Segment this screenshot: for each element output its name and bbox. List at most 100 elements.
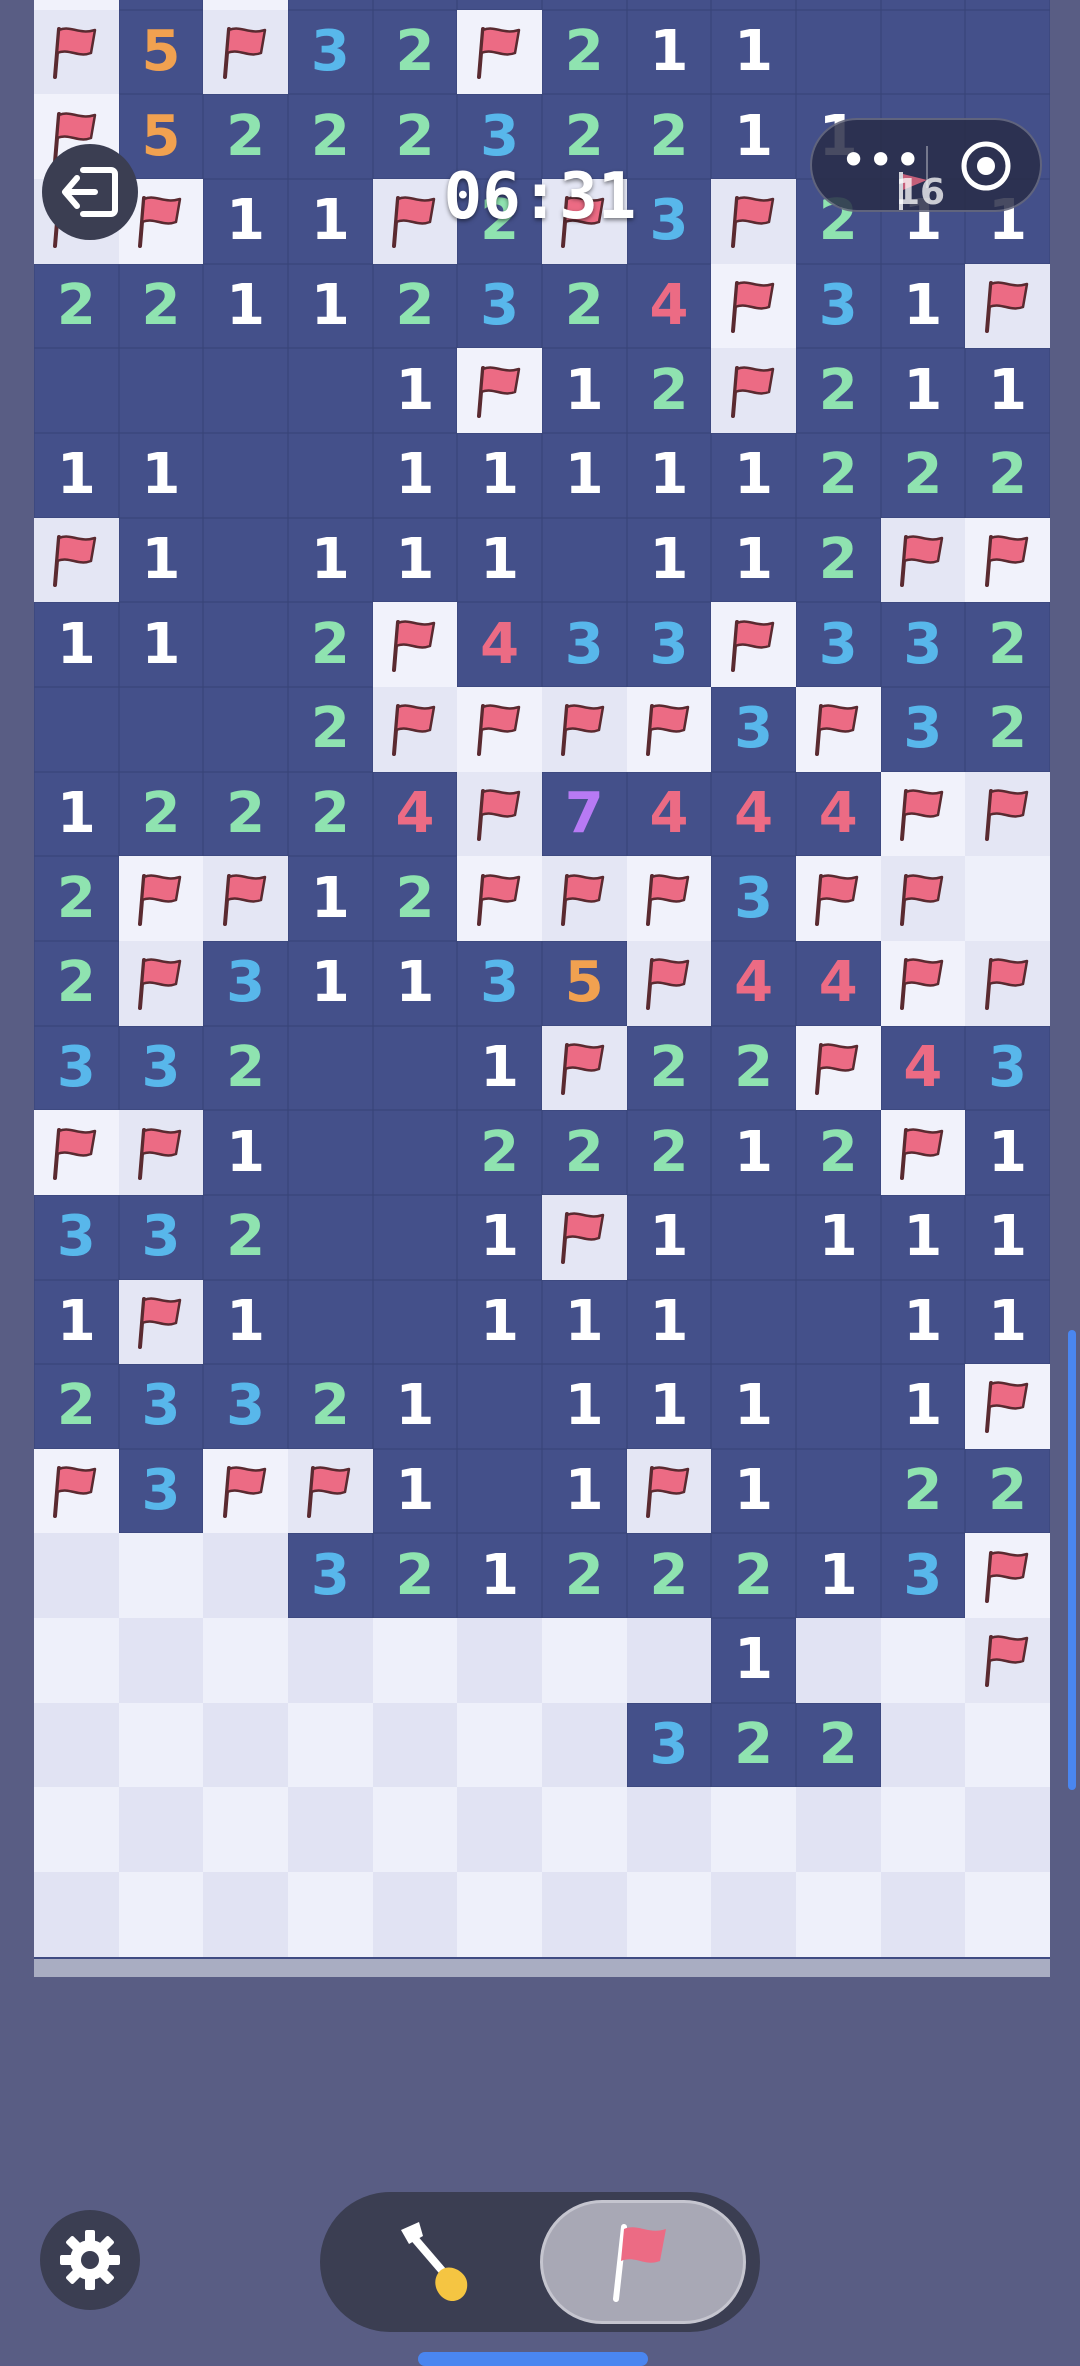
flagged-cell[interactable]: [203, 856, 288, 941]
flagged-cell[interactable]: [880, 1110, 966, 1195]
hidden-cell[interactable]: [372, 1872, 458, 1957]
hidden-cell[interactable]: [541, 1872, 627, 1957]
empty-cell[interactable]: [287, 1025, 373, 1111]
flagged-cell[interactable]: [965, 1533, 1050, 1619]
number-cell[interactable]: 1: [965, 1194, 1050, 1280]
number-cell[interactable]: 1: [711, 1364, 796, 1449]
number-cell[interactable]: 1: [880, 1364, 966, 1449]
flagged-cell[interactable]: [880, 856, 966, 941]
number-cell[interactable]: 2: [34, 1364, 119, 1449]
hidden-cell[interactable]: [34, 1787, 119, 1873]
hidden-cell[interactable]: [287, 1618, 373, 1703]
empty-cell[interactable]: [34, 348, 119, 433]
number-cell[interactable]: 2: [711, 1533, 796, 1619]
number-cell[interactable]: 3: [203, 940, 288, 1026]
hidden-cell[interactable]: [287, 1787, 373, 1873]
number-cell[interactable]: 1: [626, 1364, 712, 1449]
empty-cell[interactable]: [711, 1194, 796, 1280]
hidden-cell[interactable]: [965, 1702, 1050, 1788]
hidden-cell[interactable]: [541, 1787, 627, 1873]
number-cell[interactable]: 1: [34, 771, 119, 857]
empty-cell[interactable]: [287, 1279, 373, 1365]
empty-cell[interactable]: [118, 348, 204, 433]
flagged-cell[interactable]: [965, 517, 1050, 603]
number-cell[interactable]: 3: [795, 602, 881, 687]
number-cell[interactable]: 2: [287, 602, 373, 687]
number-cell[interactable]: 2: [372, 263, 458, 349]
number-cell[interactable]: 2: [880, 1448, 966, 1534]
empty-cell[interactable]: [880, 9, 966, 95]
number-cell[interactable]: 1: [626, 1194, 712, 1280]
hidden-cell[interactable]: [34, 1533, 119, 1619]
empty-cell[interactable]: [203, 602, 288, 687]
number-cell[interactable]: 1: [457, 1194, 542, 1280]
hidden-cell[interactable]: [626, 1618, 712, 1703]
hidden-cell[interactable]: [626, 1872, 712, 1957]
hidden-cell[interactable]: [541, 1618, 627, 1703]
empty-cell[interactable]: [372, 1279, 458, 1365]
number-cell[interactable]: 5: [118, 94, 204, 179]
empty-cell[interactable]: [372, 1194, 458, 1280]
number-cell[interactable]: 2: [372, 856, 458, 941]
number-cell[interactable]: 3: [34, 1194, 119, 1280]
number-cell[interactable]: 3: [880, 1533, 966, 1619]
number-cell[interactable]: 3: [287, 9, 373, 95]
number-cell[interactable]: 1: [541, 348, 627, 433]
number-cell[interactable]: 1: [203, 1279, 288, 1365]
hidden-cell[interactable]: [118, 1618, 204, 1703]
number-cell[interactable]: 3: [711, 856, 796, 941]
hidden-cell[interactable]: [34, 1702, 119, 1788]
empty-cell[interactable]: [372, 1110, 458, 1195]
number-cell[interactable]: 4: [626, 771, 712, 857]
flagged-cell[interactable]: [287, 1448, 373, 1534]
hidden-cell[interactable]: [118, 1702, 204, 1788]
flagged-cell[interactable]: [457, 9, 542, 95]
flagged-cell[interactable]: [626, 856, 712, 941]
number-cell[interactable]: 1: [372, 940, 458, 1026]
number-cell[interactable]: 1: [203, 263, 288, 349]
number-cell[interactable]: 5: [118, 9, 204, 95]
flagged-cell[interactable]: [711, 348, 796, 433]
empty-cell[interactable]: [457, 1448, 542, 1534]
flagged-cell[interactable]: [711, 263, 796, 349]
empty-cell[interactable]: [203, 686, 288, 772]
hidden-cell[interactable]: [626, 1787, 712, 1873]
hidden-cell[interactable]: [965, 1872, 1050, 1957]
flagged-cell[interactable]: [118, 1279, 204, 1365]
hidden-cell[interactable]: [965, 856, 1050, 941]
number-cell[interactable]: 1: [880, 1194, 966, 1280]
hidden-cell[interactable]: [965, 1787, 1050, 1873]
hidden-cell[interactable]: [795, 1872, 881, 1957]
number-cell[interactable]: 1: [457, 517, 542, 603]
number-cell[interactable]: 1: [626, 432, 712, 518]
empty-cell[interactable]: [287, 1194, 373, 1280]
settings-button[interactable]: [40, 2210, 140, 2310]
hidden-cell[interactable]: [118, 1872, 204, 1957]
number-cell[interactable]: 2: [287, 94, 373, 179]
flagged-cell[interactable]: [118, 940, 204, 1026]
empty-cell[interactable]: [372, 1025, 458, 1111]
flagged-cell[interactable]: [795, 1025, 881, 1111]
number-cell[interactable]: 2: [626, 1110, 712, 1195]
number-cell[interactable]: 3: [965, 1025, 1050, 1111]
number-cell[interactable]: 2: [795, 1702, 881, 1788]
number-cell[interactable]: 1: [457, 432, 542, 518]
number-cell[interactable]: 1: [711, 9, 796, 95]
empty-cell[interactable]: [287, 0, 373, 10]
number-cell[interactable]: 2: [287, 686, 373, 772]
number-cell[interactable]: 2: [711, 1025, 796, 1111]
flagged-cell[interactable]: [118, 1110, 204, 1195]
number-cell[interactable]: 1: [711, 517, 796, 603]
flagged-cell[interactable]: [626, 940, 712, 1026]
number-cell[interactable]: 1: [372, 1448, 458, 1534]
hidden-cell[interactable]: [203, 1533, 288, 1619]
flagged-cell[interactable]: [34, 1110, 119, 1195]
flagged-cell[interactable]: [541, 686, 627, 772]
number-cell[interactable]: 2: [541, 1533, 627, 1619]
number-cell[interactable]: 2: [457, 1110, 542, 1195]
number-cell[interactable]: 2: [372, 9, 458, 95]
number-cell[interactable]: 3: [626, 1702, 712, 1788]
number-cell[interactable]: 1: [372, 432, 458, 518]
hidden-cell[interactable]: [880, 1872, 966, 1957]
number-cell[interactable]: 2: [541, 1110, 627, 1195]
